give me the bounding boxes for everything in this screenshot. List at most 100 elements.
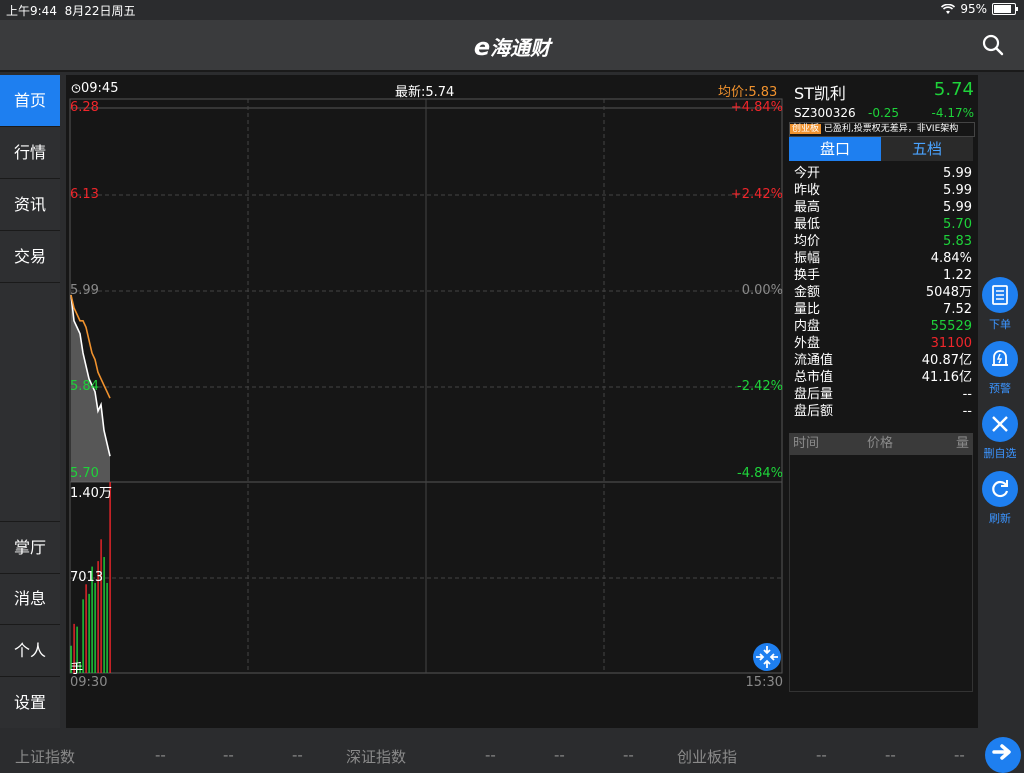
trades-list[interactable] bbox=[789, 455, 973, 692]
sidebar-item-settings[interactable]: 设置 bbox=[0, 677, 60, 728]
quote-row-value: 1.22 bbox=[943, 268, 972, 283]
ticker-sse-pct: -- bbox=[292, 746, 303, 764]
app-logo: e海通财 bbox=[473, 33, 551, 61]
chart-time: 09:45 bbox=[81, 81, 119, 96]
avg-price-label: 均价:5.83 bbox=[718, 85, 778, 100]
ticker-chinext-pct: -- bbox=[954, 746, 965, 764]
quote-row: 均价 5.83 bbox=[794, 233, 972, 250]
quote-row-value: 31100 bbox=[930, 336, 972, 351]
quote-row-value: 4.84% bbox=[930, 251, 972, 266]
stock-code: SZ300326 bbox=[794, 106, 856, 120]
refresh-button-label: 刷新 bbox=[989, 512, 1011, 525]
volume-bar bbox=[100, 539, 102, 673]
quote-row-label: 外盘 bbox=[794, 336, 821, 351]
quote-row-value: 5048万 bbox=[925, 285, 972, 300]
tab-five-levels[interactable]: 五档 bbox=[881, 137, 973, 161]
status-bar: 上午9:44 8月22日周五 95% bbox=[0, 0, 1024, 20]
ticker-sse-name[interactable]: 上证指数 bbox=[15, 746, 75, 767]
refresh-icon bbox=[992, 480, 1009, 498]
price-level-min: 5.70 bbox=[70, 466, 99, 481]
ticker-chinext-change: -- bbox=[885, 746, 896, 764]
quote-row: 最低 5.70 bbox=[794, 216, 972, 233]
order-button[interactable]: 下单 bbox=[980, 277, 1020, 332]
battery-percent: 95% bbox=[960, 2, 987, 16]
quote-row-value: 7.52 bbox=[943, 302, 972, 317]
sidebar-item-news[interactable]: 资讯 bbox=[0, 179, 60, 231]
ticker-szse-name[interactable]: 深证指数 bbox=[346, 746, 406, 767]
quote-row-value: 5.70 bbox=[943, 217, 972, 232]
volume-bar bbox=[85, 584, 87, 673]
tab-order-book[interactable]: 盘口 bbox=[789, 137, 881, 161]
quote-row: 振幅 4.84% bbox=[794, 250, 972, 267]
ticker-chinext-name[interactable]: 创业板指 bbox=[677, 746, 737, 767]
close-icon bbox=[992, 416, 1008, 432]
quote-row: 最高 5.99 bbox=[794, 199, 972, 216]
quote-row-label: 最高 bbox=[794, 200, 821, 215]
quote-row-value: 40.87亿 bbox=[921, 353, 972, 368]
search-icon[interactable] bbox=[982, 34, 1004, 56]
quote-row: 今开 5.99 bbox=[794, 165, 972, 182]
quote-tabs: 盘口 五档 bbox=[789, 137, 973, 161]
volume-mid-label: 7013 bbox=[70, 570, 104, 585]
trades-header-price: 价格 bbox=[867, 436, 894, 451]
refresh-button[interactable]: 刷新 bbox=[980, 471, 1020, 526]
pct-level-ref: 0.00% bbox=[741, 283, 783, 298]
quote-row-label: 金额 bbox=[794, 285, 821, 300]
time-start-label: 09:30 bbox=[70, 675, 108, 690]
remove-watchlist-label: 删自选 bbox=[983, 447, 1017, 460]
volume-bar bbox=[103, 557, 105, 673]
quote-row-label: 量比 bbox=[794, 302, 821, 317]
quote-row-value: 5.99 bbox=[943, 200, 972, 215]
quote-row-label: 内盘 bbox=[794, 319, 821, 334]
trades-header-volume: 量 bbox=[955, 436, 969, 451]
quote-row-label: 最低 bbox=[794, 217, 821, 232]
sidebar-item-profile[interactable]: 个人 bbox=[0, 625, 60, 677]
pct-level-lower: -2.42% bbox=[737, 379, 783, 394]
bell-icon bbox=[992, 350, 1008, 366]
sidebar-item-home[interactable]: 首页 bbox=[0, 75, 60, 127]
quote-row-label: 今开 bbox=[794, 166, 821, 181]
alert-button[interactable]: 预警 bbox=[980, 341, 1020, 396]
pct-level-max: +4.84% bbox=[730, 100, 783, 115]
ticker-szse-value: -- bbox=[485, 746, 496, 764]
quote-row-label: 流通值 bbox=[794, 353, 834, 368]
status-date: 8月22日周五 bbox=[64, 4, 136, 18]
intraday-chart-panel: 09:45 最新:5.74 均价:5.83 6.28 6.13 5.99 5.8… bbox=[66, 75, 786, 728]
quote-row-value: -- bbox=[962, 387, 972, 402]
quote-row: 金额 5048万 bbox=[794, 284, 972, 301]
sidebar-item-messages[interactable]: 消息 bbox=[0, 573, 60, 625]
chart-clock: 09:45 bbox=[71, 81, 118, 96]
quote-row: 总市值 41.16亿 bbox=[794, 369, 972, 386]
quote-row: 外盘 31100 bbox=[794, 335, 972, 352]
board-tag: 创业板 bbox=[790, 124, 822, 134]
quote-row-label: 盘后量 bbox=[794, 387, 834, 402]
alert-button-label: 预警 bbox=[989, 382, 1011, 395]
price-level-ref: 5.99 bbox=[70, 283, 99, 298]
sidebar-item-trade[interactable]: 交易 bbox=[0, 231, 60, 283]
pct-level-upper: +2.42% bbox=[730, 187, 783, 202]
volume-bar bbox=[94, 582, 96, 673]
quote-row-label: 总市值 bbox=[794, 370, 834, 385]
ticker-sse-value: -- bbox=[155, 746, 166, 764]
quote-row: 盘后量 -- bbox=[794, 386, 972, 403]
remove-watchlist-button[interactable]: 删自选 bbox=[980, 406, 1020, 461]
latest-price-label: 最新:5.74 bbox=[395, 85, 455, 100]
index-ticker: 上证指数 -- -- -- 深证指数 -- -- -- 创业板指 -- -- -… bbox=[0, 733, 1024, 768]
stock-name: ST凯利 bbox=[794, 84, 846, 103]
time-end-label: 15:30 bbox=[745, 675, 783, 690]
price-level-upper: 6.13 bbox=[70, 187, 99, 202]
quote-row-value: 5.99 bbox=[943, 166, 972, 181]
fullscreen-collapse-icon[interactable] bbox=[752, 642, 782, 672]
intraday-chart[interactable] bbox=[66, 75, 786, 728]
quote-row-label: 昨收 bbox=[794, 183, 821, 198]
status-time: 上午9:44 bbox=[6, 4, 57, 18]
stock-change: -0.25 bbox=[868, 106, 900, 120]
sidebar-item-hall[interactable]: 掌厅 bbox=[0, 521, 60, 574]
sidebar-item-market[interactable]: 行情 bbox=[0, 127, 60, 179]
quote-row-value: 55529 bbox=[930, 319, 972, 334]
quote-row: 昨收 5.99 bbox=[794, 182, 972, 199]
trades-header-time: 时间 bbox=[793, 436, 820, 451]
quote-panel: ST凯利 5.74 SZ300326 -0.25 -4.17% 创业板 已盈利,… bbox=[786, 75, 978, 728]
quote-row: 换手 1.22 bbox=[794, 267, 972, 284]
quote-row: 量比 7.52 bbox=[794, 301, 972, 318]
